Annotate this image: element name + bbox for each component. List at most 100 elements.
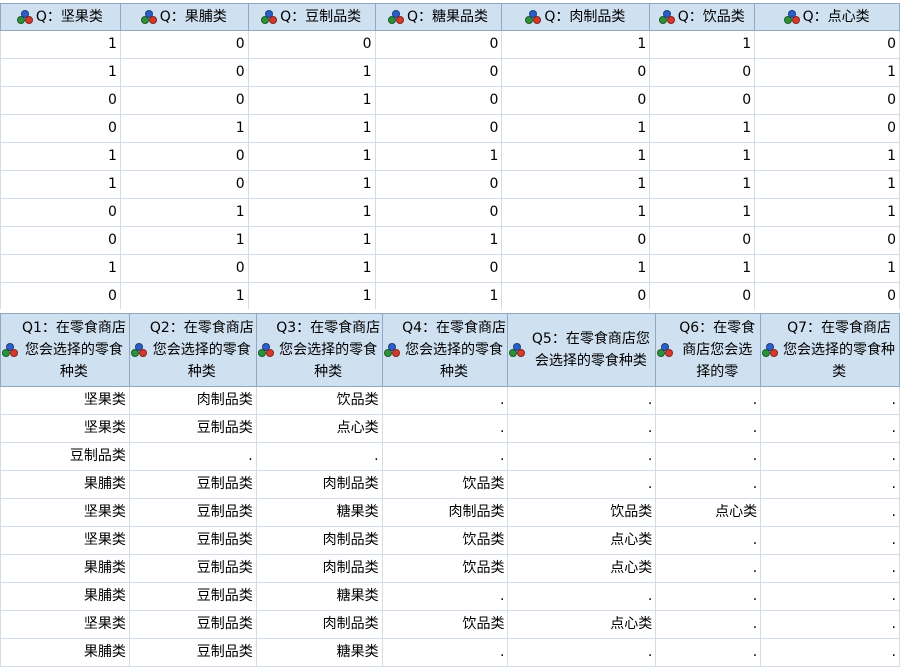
table-cell[interactable]: 饮品类 [381, 526, 509, 555]
table-cell[interactable]: 0 [754, 30, 900, 59]
table-cell[interactable]: 果脯类 [0, 638, 130, 667]
table-cell[interactable]: 坚果类 [0, 526, 130, 555]
table-cell[interactable]: . [760, 414, 900, 443]
table-cell[interactable]: . [655, 610, 762, 639]
table-cell[interactable]: 1 [649, 198, 756, 227]
table-cell[interactable]: 0 [0, 86, 121, 115]
table-cell[interactable]: 1 [119, 282, 249, 311]
table-cell[interactable]: 1 [649, 142, 756, 171]
column-header-7[interactable]: Q7：在零食商店您会选择的零食种类 [760, 313, 900, 387]
table-cell[interactable]: 0 [374, 198, 503, 227]
table-cell[interactable]: 1 [247, 254, 376, 283]
table-cell[interactable]: 1 [649, 30, 756, 59]
table-cell[interactable]: 1 [247, 226, 376, 255]
table-cell[interactable]: . [760, 498, 900, 527]
table-cell[interactable]: 豆制品类 [128, 526, 257, 555]
table-cell[interactable]: 肉制品类 [255, 610, 383, 639]
table-cell[interactable]: 0 [649, 226, 756, 255]
table-cell[interactable]: 0 [247, 30, 376, 59]
table-cell[interactable]: 豆制品类 [128, 610, 257, 639]
table-cell[interactable]: 0 [119, 170, 249, 199]
table-cell[interactable]: 1 [374, 226, 503, 255]
table-cell[interactable]: 0 [374, 30, 503, 59]
table-cell[interactable]: 0 [501, 226, 651, 255]
table-cell[interactable]: 1 [0, 142, 121, 171]
column-header-2[interactable]: Q2：在零食商店您会选择的零食种类 [128, 313, 257, 387]
table-cell[interactable]: . [381, 638, 509, 667]
table-cell[interactable]: 点心类 [655, 498, 762, 527]
table-cell[interactable]: 1 [754, 170, 900, 199]
table-cell[interactable]: 0 [754, 114, 900, 143]
table-cell[interactable]: 1 [247, 142, 376, 171]
table-cell[interactable]: 0 [649, 86, 756, 115]
table-cell[interactable]: 0 [374, 114, 503, 143]
table-cell[interactable]: 0 [649, 58, 756, 87]
table-cell[interactable]: 1 [247, 114, 376, 143]
table-cell[interactable]: 糖果类 [255, 582, 383, 611]
table-cell[interactable]: 0 [119, 86, 249, 115]
table-cell[interactable]: . [655, 414, 762, 443]
table-cell[interactable]: 坚果类 [0, 414, 130, 443]
table-cell[interactable]: . [655, 386, 762, 415]
table-cell[interactable]: . [760, 386, 900, 415]
table-cell[interactable]: 0 [119, 254, 249, 283]
table-cell[interactable]: 肉制品类 [255, 526, 383, 555]
table-cell[interactable]: 1 [501, 198, 651, 227]
table-cell[interactable]: 点心类 [507, 526, 657, 555]
table-cell[interactable]: 果脯类 [0, 582, 130, 611]
table-cell[interactable]: 0 [0, 114, 121, 143]
table-cell[interactable]: . [760, 638, 900, 667]
table-cell[interactable]: 1 [501, 254, 651, 283]
table-cell[interactable]: 1 [649, 170, 756, 199]
table-cell[interactable]: . [760, 582, 900, 611]
column-header-2[interactable]: Q：果脯类 [119, 3, 249, 31]
table-cell[interactable]: 1 [0, 254, 121, 283]
table-cell[interactable]: 1 [649, 114, 756, 143]
table-cell[interactable]: 1 [501, 30, 651, 59]
table-cell[interactable]: . [655, 526, 762, 555]
table-cell[interactable]: . [760, 442, 900, 471]
table-cell[interactable]: 1 [119, 114, 249, 143]
table-cell[interactable]: 1 [247, 198, 376, 227]
table-cell[interactable]: 1 [247, 58, 376, 87]
table-cell[interactable]: 坚果类 [0, 386, 130, 415]
table-cell[interactable]: 0 [501, 282, 651, 311]
table-cell[interactable]: . [760, 526, 900, 555]
table-cell[interactable]: 1 [649, 254, 756, 283]
table-cell[interactable]: 0 [0, 226, 121, 255]
column-header-3[interactable]: Q：豆制品类 [247, 3, 376, 31]
column-header-6[interactable]: Q：饮品类 [649, 3, 756, 31]
table-cell[interactable]: 饮品类 [381, 470, 509, 499]
table-cell[interactable]: . [655, 582, 762, 611]
table-cell[interactable]: 豆制品类 [128, 498, 257, 527]
column-header-6[interactable]: Q6：在零食商店您会选择的零 [655, 313, 762, 387]
table-cell[interactable]: 坚果类 [0, 498, 130, 527]
column-header-3[interactable]: Q3：在零食商店您会选择的零食种类 [255, 313, 383, 387]
table-cell[interactable]: 豆制品类 [0, 442, 130, 471]
table-cell[interactable]: 0 [754, 226, 900, 255]
table-cell[interactable]: 0 [649, 282, 756, 311]
table-cell[interactable]: 1 [374, 282, 503, 311]
table-cell[interactable]: 饮品类 [381, 554, 509, 583]
column-header-1[interactable]: Q：坚果类 [0, 3, 121, 31]
column-header-5[interactable]: Q5：在零食商店您会选择的零食种类 [507, 313, 657, 387]
table-cell[interactable]: 肉制品类 [381, 498, 509, 527]
table-cell[interactable]: 1 [754, 58, 900, 87]
column-header-4[interactable]: Q：糖果品类 [374, 3, 503, 31]
table-cell[interactable]: . [381, 414, 509, 443]
table-cell[interactable]: 0 [754, 86, 900, 115]
table-cell[interactable]: 1 [247, 170, 376, 199]
table-cell[interactable]: . [507, 414, 657, 443]
table-cell[interactable]: 1 [119, 226, 249, 255]
table-cell[interactable]: . [507, 386, 657, 415]
table-cell[interactable]: 饮品类 [381, 610, 509, 639]
table-cell[interactable]: 点心类 [507, 554, 657, 583]
table-cell[interactable]: 1 [754, 198, 900, 227]
table-cell[interactable]: 糖果类 [255, 638, 383, 667]
table-cell[interactable]: 0 [119, 142, 249, 171]
table-cell[interactable]: 果脯类 [0, 554, 130, 583]
table-cell[interactable]: . [381, 582, 509, 611]
table-cell[interactable]: 0 [0, 198, 121, 227]
table-cell[interactable]: 1 [754, 254, 900, 283]
table-cell[interactable]: 0 [0, 282, 121, 311]
